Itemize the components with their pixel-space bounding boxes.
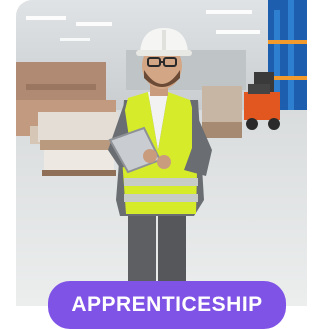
category-badge-label: APPRENTICESHIP [71, 293, 263, 316]
category-badge[interactable]: APPRENTICESHIP [48, 281, 286, 329]
warehouse-photo [16, 0, 307, 306]
content-card[interactable]: APPRENTICESHIP [0, 0, 307, 329]
